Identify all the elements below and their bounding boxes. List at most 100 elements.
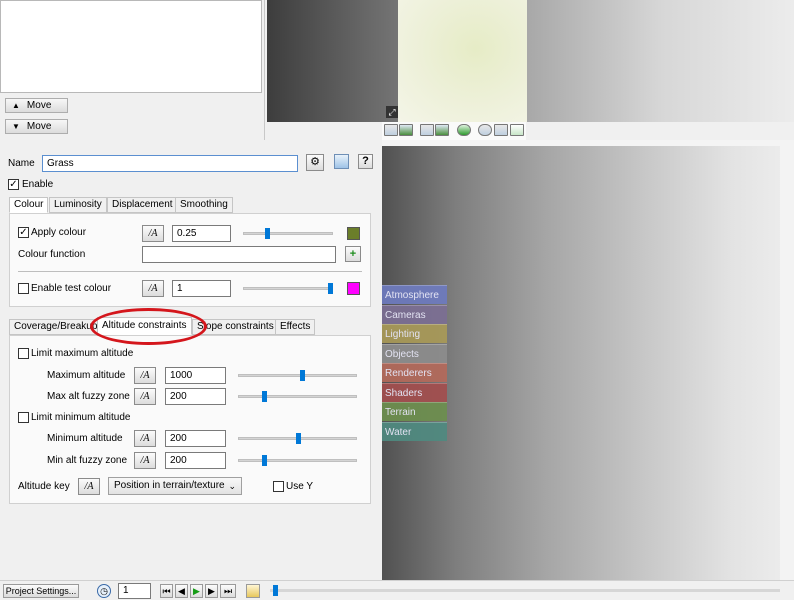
project-settings-button[interactable]: Project Settings... (3, 584, 79, 598)
use-y-checkbox[interactable] (273, 481, 284, 492)
next-frame-icon[interactable]: ▶ (205, 584, 218, 598)
category-shaders[interactable]: Shaders (382, 382, 447, 402)
category-terrain[interactable]: Terrain (382, 402, 447, 421)
apply-colour-slider-thumb[interactable] (265, 228, 271, 239)
enable-test-colour-label: Enable test colour (31, 283, 112, 294)
min-fuzzy-value[interactable]: 200 (165, 452, 226, 469)
category-cameras[interactable]: Cameras (382, 304, 447, 324)
max-altitude-slider[interactable] (238, 374, 357, 377)
preview-image (398, 0, 527, 122)
landscape-region-icon[interactable] (435, 124, 449, 136)
limit-min-altitude-label: Limit minimum altitude (31, 412, 131, 423)
highlight-annotation (90, 308, 207, 345)
min-altitude-value[interactable]: 200 (165, 430, 226, 447)
enable-checkbox[interactable]: ✓ (8, 179, 19, 190)
test-colour-slider[interactable] (243, 287, 333, 290)
separator (18, 271, 362, 272)
first-frame-icon[interactable]: ⏮ (160, 584, 173, 598)
move-up-button[interactable]: ▲ Move (5, 98, 68, 113)
timeline-bar: Project Settings... ◷ 1 ⏮ ◀ ▶ ▶ ⏭ (0, 580, 794, 600)
node-list-panel: ▲ Move ▼ Move (0, 0, 265, 140)
timeline-track[interactable] (270, 589, 780, 592)
min-altitude-slider-thumb[interactable] (295, 433, 301, 444)
min-altitude-label: Minimum altitude (47, 433, 123, 444)
apply-colour-value[interactable]: 0.25 (172, 225, 231, 242)
gear-icon[interactable]: ⚙ (306, 154, 324, 171)
min-fuzzy-label: Min alt fuzzy zone (47, 455, 128, 466)
frame-field[interactable]: 1 (118, 583, 151, 599)
use-y-label: Use Y (286, 481, 314, 492)
max-fuzzy-slider[interactable] (238, 395, 357, 398)
viewport-toolbar (382, 122, 526, 140)
keyframe-icon[interactable] (246, 584, 260, 598)
previous-frame-icon[interactable]: ◀ (175, 584, 188, 598)
preview-viewport[interactable] (267, 0, 794, 122)
max-altitude-label: Maximum altitude (47, 370, 126, 381)
help-button[interactable]: ? (358, 154, 373, 169)
category-water[interactable]: Water (382, 421, 447, 441)
view-scrollbar[interactable] (780, 140, 794, 580)
category-lighting[interactable]: Lighting (382, 324, 447, 343)
last-frame-icon[interactable]: ⏭ (220, 584, 236, 598)
min-fuzzy-function-button[interactable]: /A (134, 452, 156, 469)
apply-colour-swatch[interactable] (347, 227, 360, 240)
crop-icon[interactable] (494, 124, 508, 136)
min-fuzzy-slider[interactable] (238, 459, 357, 462)
test-colour-value[interactable]: 1 (172, 280, 231, 297)
refresh-icon[interactable] (457, 124, 471, 136)
apply-colour-checkbox[interactable]: ✓ (18, 227, 29, 238)
eye-icon[interactable] (478, 124, 492, 136)
arrow-down-icon: ▼ (12, 122, 20, 131)
move-down-button[interactable]: ▼ Move (5, 119, 68, 134)
altitude-key-value: Position in terrain/texture (114, 480, 225, 491)
render-region-icon[interactable] (420, 124, 434, 136)
test-colour-function-button[interactable]: /A (142, 280, 164, 297)
max-altitude-slider-thumb[interactable] (300, 370, 306, 381)
test-colour-swatch[interactable] (347, 282, 360, 295)
tab-smoothing[interactable]: Smoothing (175, 197, 233, 213)
add-function-icon[interactable]: + (345, 246, 361, 262)
move-up-label: Move (26, 100, 52, 111)
max-fuzzy-function-button[interactable]: /A (134, 388, 156, 405)
tab-effects[interactable]: Effects (275, 319, 316, 335)
limit-min-altitude-checkbox[interactable] (18, 412, 29, 423)
curve-icon[interactable] (510, 124, 524, 136)
category-renderers[interactable]: Renderers (382, 363, 447, 382)
min-fuzzy-slider-thumb[interactable] (262, 455, 268, 466)
max-fuzzy-slider-thumb[interactable] (262, 391, 268, 402)
altitude-key-label: Altitude key (18, 481, 70, 492)
test-colour-slider-thumb[interactable] (328, 283, 334, 294)
max-fuzzy-value[interactable]: 200 (165, 388, 226, 405)
tab-luminosity[interactable]: Luminosity (49, 197, 107, 213)
timeline-thumb[interactable] (273, 585, 278, 596)
name-field[interactable]: Grass (42, 155, 298, 172)
name-label: Name (8, 158, 35, 169)
landscape-icon[interactable] (399, 124, 413, 136)
apply-colour-function-button[interactable]: /A (142, 225, 164, 242)
tab-displacement[interactable]: Displacement (107, 197, 178, 213)
tab-coverage-breakup[interactable]: Coverage/Breakup (9, 319, 98, 335)
limit-max-altitude-checkbox[interactable] (18, 348, 29, 359)
render-icon[interactable] (384, 124, 398, 136)
node-list[interactable] (0, 0, 262, 93)
altitude-key-select[interactable]: Position in terrain/texture ⌄ (108, 477, 242, 495)
clock-icon[interactable]: ◷ (97, 584, 111, 598)
enable-label: Enable (22, 179, 54, 190)
limit-max-altitude-label: Limit maximum altitude (31, 348, 134, 359)
max-altitude-value[interactable]: 1000 (165, 367, 226, 384)
altitude-key-function-button[interactable]: /A (78, 478, 100, 495)
max-altitude-function-button[interactable]: /A (134, 367, 156, 384)
view-border (382, 140, 794, 146)
play-icon[interactable]: ▶ (190, 584, 203, 598)
enable-test-colour-checkbox[interactable] (18, 283, 29, 294)
apply-colour-slider[interactable] (243, 232, 333, 235)
category-atmosphere[interactable]: Atmosphere (382, 285, 447, 304)
expand-icon[interactable]: ⤢ (386, 106, 398, 118)
chevron-down-icon: ⌄ (228, 481, 236, 491)
tab-colour[interactable]: Colour (9, 197, 49, 213)
category-objects[interactable]: Objects (382, 343, 447, 363)
colour-function-field[interactable] (142, 246, 336, 263)
min-altitude-function-button[interactable]: /A (134, 430, 156, 447)
preview-window-icon[interactable] (334, 154, 349, 169)
move-down-label: Move (26, 121, 52, 132)
